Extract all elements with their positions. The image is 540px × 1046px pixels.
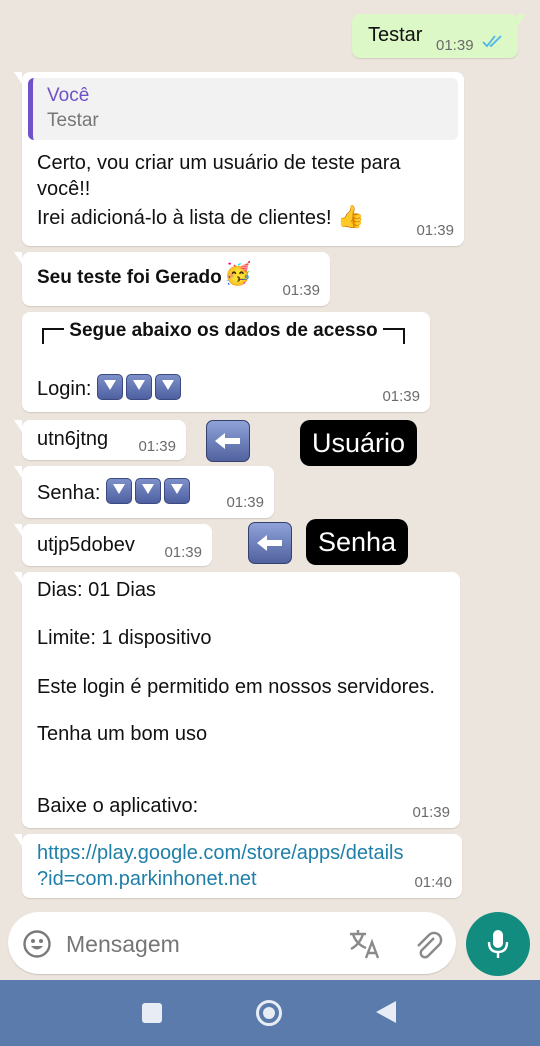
- bubble-tail: [14, 572, 22, 584]
- message-line: Irei adicioná-lo à lista de clientes!: [37, 207, 332, 229]
- translate-icon[interactable]: [348, 928, 382, 965]
- emoji-icon[interactable]: [22, 929, 52, 964]
- access-header: Segue abaixo os dados de acesso: [42, 318, 405, 344]
- double-check-icon: [482, 30, 504, 56]
- link-line: ?id=com.parkinhonet.net: [37, 868, 257, 890]
- bubble-tail: [14, 72, 22, 84]
- annotation-usuario: Usuário: [300, 420, 418, 466]
- quote-text: Testar: [47, 110, 99, 131]
- message-line: Tenha um bom uso: [37, 723, 208, 745]
- message-composer: [8, 912, 456, 974]
- annotation-senha: Senha: [306, 519, 409, 565]
- message-line: você!!: [37, 178, 91, 200]
- party-face-icon: 🥳: [224, 262, 252, 287]
- message-time: 01:39: [416, 222, 454, 239]
- mic-button[interactable]: [466, 912, 530, 976]
- login-label: Login:: [37, 378, 92, 400]
- down-arrow-icon: [105, 478, 132, 504]
- message-time: 01:39: [412, 804, 450, 821]
- incoming-message[interactable]: Senha: 01:39: [14, 466, 274, 518]
- incoming-message[interactable]: Segue abaixo os dados de acesso Login: 0…: [22, 312, 430, 412]
- bubble-tail: [14, 252, 22, 264]
- down-arrow-icon: [163, 478, 190, 504]
- login-line: Login:: [37, 374, 184, 402]
- microphone-icon: [486, 928, 510, 965]
- message-text: utn6jtng: [37, 428, 109, 450]
- message-text: Seu teste foi Gerado: [37, 267, 222, 288]
- bubble-tail: [518, 14, 526, 26]
- system-nav-bar: [0, 980, 540, 1046]
- message-line: Este login é permitido em nossos servido…: [37, 676, 435, 698]
- incoming-message-username[interactable]: utn6jtng 01:39: [14, 420, 186, 460]
- attachment-icon[interactable]: [412, 928, 444, 965]
- message-line: Certo, vou criar um usuário de teste par…: [37, 152, 401, 174]
- bubble-tail: [14, 420, 22, 432]
- message-time: 01:39: [436, 37, 474, 54]
- outgoing-message[interactable]: Testar 01:39: [352, 14, 526, 58]
- corner-right-icon: [382, 328, 405, 344]
- incoming-message[interactable]: Seu teste foi Gerado 🥳 01:39: [14, 252, 330, 306]
- left-arrow-icon: [248, 522, 292, 564]
- quoted-message[interactable]: Você Testar: [28, 78, 458, 140]
- recents-button[interactable]: [142, 1003, 162, 1023]
- incoming-message-link[interactable]: https://play.google.com/store/apps/detai…: [14, 834, 462, 898]
- password-label: Senha:: [37, 482, 101, 504]
- down-arrow-icon: [97, 374, 124, 400]
- password-line: Senha:: [37, 478, 193, 506]
- play-store-link[interactable]: https://play.google.com/store/apps/detai…: [37, 840, 404, 892]
- incoming-message-reply[interactable]: Você Testar Certo, vou criar um usuário …: [14, 72, 464, 246]
- down-arrow-icon: [134, 478, 161, 504]
- quote-author: Você: [47, 85, 90, 106]
- down-arrow-icon: [126, 374, 153, 400]
- bubble-tail: [14, 834, 22, 846]
- message-time: 01:39: [282, 282, 320, 299]
- thumbs-up-icon: 👍: [337, 205, 365, 230]
- message-line-wrap: Irei adicioná-lo à lista de clientes! 👍: [37, 205, 365, 231]
- message-time: 01:39: [226, 494, 264, 511]
- message-line: Limite: 1 dispositivo: [37, 627, 212, 649]
- message-time: 01:39: [382, 388, 420, 405]
- message-time: 01:39: [164, 544, 202, 561]
- message-text: utjp5dobev: [37, 534, 135, 556]
- message-time: 01:40: [414, 874, 452, 891]
- chat-area: Testar 01:39 Você Testar Certo, vou cria…: [0, 0, 540, 980]
- message-line: Baixe o aplicativo:: [37, 795, 199, 817]
- message-time: 01:39: [138, 438, 176, 455]
- incoming-message-details[interactable]: Dias: 01 Dias Limite: 1 dispositivo Este…: [14, 572, 460, 828]
- bubble-tail: [14, 524, 22, 536]
- home-dot-icon: [263, 1007, 275, 1019]
- down-arrow-icon: [155, 374, 182, 400]
- message-text: Testar: [368, 24, 423, 46]
- incoming-message-password[interactable]: utjp5dobev 01:39: [14, 524, 212, 566]
- link-line: https://play.google.com/store/apps/detai…: [37, 842, 404, 864]
- message-input[interactable]: [64, 926, 338, 962]
- access-header-text: Segue abaixo os dados de acesso: [69, 320, 378, 341]
- message-line: Dias: 01 Dias: [37, 579, 156, 601]
- left-arrow-icon: [206, 420, 250, 462]
- corner-left-icon: [42, 328, 64, 344]
- home-button[interactable]: [256, 1000, 282, 1026]
- back-button[interactable]: [376, 1001, 396, 1023]
- bubble-tail: [14, 466, 22, 478]
